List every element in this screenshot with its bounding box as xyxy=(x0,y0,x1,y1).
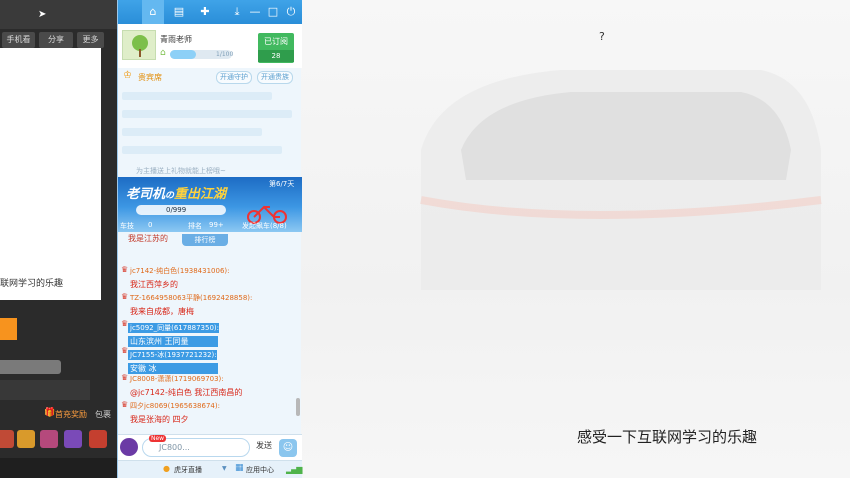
chat-message-highlighted: jc5092_同量(617887350): 山东滨州 王同量 xyxy=(118,320,296,347)
chat-message: TZ-1664958063平静(1692428858): 我来自成都，唐梅 xyxy=(118,293,296,317)
banner-rank-label: 排名 xyxy=(188,222,202,230)
reward-row: 🎁 首充奖励 包裹 xyxy=(0,406,117,424)
banner-title-part1: 老司机 xyxy=(126,187,166,202)
chat-username[interactable]: TZ-1664958063平静(1692428858): xyxy=(118,293,296,303)
vip-seat-row: ♔ 贵宾席 开通守护 开通贵族 xyxy=(118,70,302,86)
open-guard-button[interactable]: 开通守护 xyxy=(216,71,252,84)
grid-icon: ▦ xyxy=(235,463,244,473)
ranking-hint: 为主播送上礼物就能上榜哦~ xyxy=(136,167,226,175)
chat-message: jc7142-纯白色(1938431006): 我江西萍乡的 xyxy=(118,266,296,290)
player-caption: 联网学习的乐趣 xyxy=(0,279,64,289)
more-button[interactable]: 更多 xyxy=(77,32,104,48)
gift-item-icon[interactable] xyxy=(40,430,58,448)
gift-item-icon[interactable] xyxy=(64,430,82,448)
share-button[interactable]: 分享 xyxy=(39,32,73,48)
chat-text: 山东滨州 王同量 xyxy=(128,336,218,347)
home-icon[interactable]: ⌂ xyxy=(142,0,164,24)
gift-box-icon: 🎁 xyxy=(44,408,56,418)
vip-seat-label: 贵宾席 xyxy=(138,73,162,82)
user-avatar[interactable] xyxy=(120,438,138,456)
tiger-icon: ● xyxy=(163,464,170,473)
chevron-down-icon: ▼ xyxy=(222,465,227,472)
anchor-level-fill xyxy=(170,50,197,59)
house-icon: ⌂ xyxy=(160,48,166,58)
chat-panel: ⌂ ▤ ✚ ⤓ — □ ⏻ 青雨老师 ⌂ 1/100 已订阅 28 ♔ 贵宾席 … xyxy=(117,0,303,478)
cut-chat-message: 我是江苏的 xyxy=(128,234,168,243)
banner-title-part3: 重出江湖 xyxy=(174,187,227,202)
train-background-image xyxy=(420,70,822,290)
gift-item-icon[interactable] xyxy=(17,430,35,448)
banner-launch-race-button[interactable]: 发起飙车(8/8) xyxy=(242,221,287,231)
cursor-icon: ➤ xyxy=(38,9,47,20)
player-topbar: ➤ xyxy=(0,0,117,29)
left-player-panel: ➤ 手机看 分享 更多 联网学习的乐趣 🎁 首充奖励 包裹 xyxy=(0,0,117,478)
game-icon[interactable]: ✚ xyxy=(196,4,214,20)
chat-username[interactable]: JC8008-潇潇(1719069703): xyxy=(118,374,296,384)
anchor-level-text: 1/100 xyxy=(216,51,234,58)
chat-message: JC8008-潇潇(1719069703): @jc7142-纯白色 我江西南昌… xyxy=(118,374,296,398)
chat-topbar: ⌂ ▤ ✚ ⤓ — □ ⏻ xyxy=(118,0,302,24)
chat-message-list[interactable]: jc7142-纯白色(1938431006): 我江西萍乡的 TZ-166495… xyxy=(118,262,296,434)
subscribe-button[interactable]: 已订阅 28 xyxy=(258,33,294,63)
chat-message: 四夕jc8069(1965638674): 我是张海的 四夕 xyxy=(118,401,296,425)
chat-username[interactable]: JC7155-冰(1937721232): xyxy=(128,350,217,360)
chat-username[interactable]: jc5092_同量(617887350): xyxy=(128,323,220,333)
banner-skill-label: 车技 xyxy=(120,222,134,230)
power-icon[interactable]: ⏻ xyxy=(282,4,300,20)
chat-message-highlighted: JC7155-冰(1937721232): 安徽 冰 xyxy=(118,347,296,374)
chat-scrollbar[interactable] xyxy=(296,398,300,416)
brand-menu[interactable]: 虎牙直播 xyxy=(174,465,202,475)
banner-title: 老司机の重出江湖 xyxy=(126,183,226,202)
stray-character: ? xyxy=(599,30,605,43)
anchor-name: 青雨老师 xyxy=(160,35,192,44)
chat-input-bar: JC800... New 发送 ☺ xyxy=(118,434,302,460)
tree-icon xyxy=(132,35,148,57)
crown-icon: ♔ xyxy=(123,70,132,81)
bag-link[interactable]: 包裹 xyxy=(95,409,111,420)
orange-action-button[interactable] xyxy=(0,318,17,340)
chat-text: 安徽 冰 xyxy=(128,363,218,374)
banner-skill-value: 0 xyxy=(148,221,153,229)
gift-item-icon[interactable] xyxy=(0,430,14,448)
video-stream-area: ? 感受一下互联网学习的乐趣 xyxy=(301,0,850,478)
minimize-icon[interactable]: — xyxy=(246,4,264,20)
maximize-icon[interactable]: □ xyxy=(264,4,282,20)
rank-list-tab[interactable]: 排行榜 xyxy=(182,234,228,246)
chat-text: 我江西萍乡的 xyxy=(130,280,178,289)
anchor-avatar[interactable] xyxy=(122,30,156,60)
gift-item-icon[interactable] xyxy=(89,430,107,448)
app-center-button[interactable]: 应用中心 xyxy=(246,465,274,475)
banner-period: 第6/7天 xyxy=(269,180,295,188)
chat-text: 我来自成都，唐梅 xyxy=(130,307,194,316)
chat-text: 我是张海的 四夕 xyxy=(130,415,189,424)
banner-title-part2: の xyxy=(165,191,175,201)
player-bottombar xyxy=(0,458,117,478)
subscribe-count: 28 xyxy=(258,50,294,62)
download-icon[interactable]: ⤓ xyxy=(228,4,246,20)
anchor-level-bar: 1/100 xyxy=(170,50,234,59)
list-icon[interactable]: ▤ xyxy=(170,4,188,20)
banner-progress-text: 0/999 xyxy=(166,206,187,214)
chat-username[interactable]: 四夕jc8069(1965638674): xyxy=(118,401,296,411)
status-bar: ● 虎牙直播 ▼ ▦ 应用中心 ▂▄▆ xyxy=(118,460,303,478)
mobile-watch-button[interactable]: 手机看 xyxy=(2,32,35,48)
open-noble-button[interactable]: 开通贵族 xyxy=(257,71,293,84)
player-control-strip xyxy=(0,380,90,400)
player-video-frame xyxy=(0,48,101,300)
subscribe-label: 已订阅 xyxy=(264,37,288,46)
player-progress-bar[interactable] xyxy=(0,360,61,374)
first-recharge-reward-link[interactable]: 首充奖励 xyxy=(55,409,87,420)
banner-progress-bar: 0/999 xyxy=(136,205,226,215)
banner-rank-value: 99+ xyxy=(209,221,224,229)
event-banner[interactable]: 老司机の重出江湖 第6/7天 0/999 车技 0 排名 99+ 发起飙车(8/… xyxy=(118,177,302,232)
signal-icon: ▂▄▆ xyxy=(286,465,303,474)
ranking-placeholder xyxy=(118,88,302,164)
video-subtitle: 感受一下互联网学习的乐趣 xyxy=(577,428,758,446)
new-badge: New xyxy=(149,435,167,442)
chat-username[interactable]: jc7142-纯白色(1938431006): xyxy=(118,266,296,276)
emoji-icon[interactable]: ☺ xyxy=(279,439,297,457)
send-button[interactable]: 发送 xyxy=(256,440,272,451)
chat-text: @jc7142-纯白色 我江西南昌的 xyxy=(130,388,243,397)
